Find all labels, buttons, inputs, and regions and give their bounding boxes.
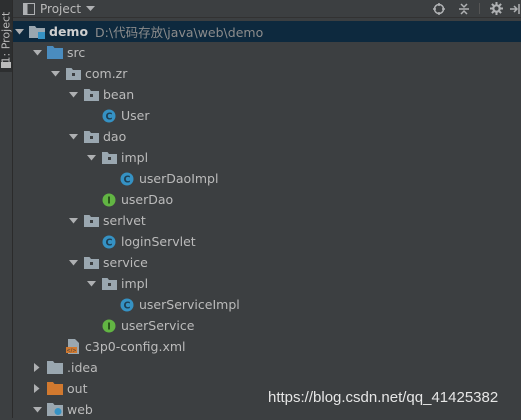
tree-item-label: .idea [67,360,98,375]
xml-file-icon: </> [65,339,81,355]
web-folder-icon [47,402,63,418]
svg-text:C: C [106,237,113,248]
package-icon [83,255,99,271]
package-icon [101,276,117,292]
tree-item-label: User [121,108,150,123]
svg-text:C: C [124,174,131,185]
tree-item-idea[interactable]: .idea [13,357,521,378]
expand-arrow-icon[interactable] [67,252,79,273]
tree-item-serlvet[interactable]: serlvet [13,210,521,231]
tree-item-userdaoimpl[interactable]: C userDaoImpl [13,168,521,189]
expand-arrow-icon[interactable] [31,399,43,420]
tree-item-demo[interactable]: demo D:\代码存放\java\web\demo [13,21,521,42]
expand-arrow-icon[interactable] [67,126,79,147]
expand-arrow-icon[interactable] [13,21,25,42]
tree-item-label: com.zr [85,66,128,81]
project-tree[interactable]: demo D:\代码存放\java\web\demo src com.zr be… [13,18,521,418]
project-view-title: Project [40,1,82,16]
tree-item-label: userDao [121,192,174,207]
tree-item-label: c3p0-config.xml [85,339,186,354]
module-folder-icon [29,24,45,40]
watermark-url: https://blog.csdn.net/qq_41425382 [268,389,499,406]
hide-icon [510,3,520,14]
tree-item-service[interactable]: service [13,252,521,273]
tree-item-userservice[interactable]: I userService [13,315,521,336]
tree-item-service-impl[interactable]: impl [13,273,521,294]
tree-item-dao-impl[interactable]: impl [13,147,521,168]
svg-text:I: I [107,321,111,332]
tree-item-label: userServiceImpl [139,297,240,312]
tree-item-label: service [103,255,148,270]
tree-item-label: demo [49,24,89,39]
package-icon [65,66,81,82]
tree-item-com-zr[interactable]: com.zr [13,63,521,84]
folder-icon [47,360,63,376]
class-icon: C [119,171,135,187]
tree-item-src[interactable]: src [13,42,521,63]
stripe-pin-icon [1,62,11,68]
tree-item-userserviceimpl[interactable]: C userServiceImpl [13,294,521,315]
interface-icon: I [101,318,117,334]
header-separator [479,3,480,14]
tree-item-user[interactable]: C User [13,105,521,126]
package-icon [83,129,99,145]
excluded-folder-icon [47,381,63,397]
collapse-arrow-icon[interactable] [31,357,43,378]
svg-text:C: C [106,111,113,122]
class-icon: C [119,297,135,313]
tree-item-bean[interactable]: bean [13,84,521,105]
tree-item-label: bean [103,87,135,102]
tree-item-dao[interactable]: dao [13,126,521,147]
expand-arrow-icon[interactable] [49,63,61,84]
svg-text:</>: </> [66,348,76,354]
tree-item-label: impl [121,150,149,165]
hide-panel-button[interactable] [509,0,521,17]
class-icon: C [101,108,117,124]
tree-item-userdao[interactable]: I userDao [13,189,521,210]
svg-text:C: C [124,300,131,311]
tool-window-stripe: 1: Project [0,0,13,418]
caret-down-icon [86,5,96,11]
svg-text:I: I [107,195,111,206]
target-icon [433,2,445,15]
tree-item-label: dao [103,129,127,144]
expand-arrow-icon[interactable] [85,147,97,168]
project-panel-header: Project [13,0,521,18]
tree-item-label: userService [121,318,195,333]
tree-item-loginservlet[interactable]: C loginServlet [13,231,521,252]
project-view-selector[interactable]: Project [23,0,96,17]
interface-icon: I [101,192,117,208]
tree-item-label: out [67,381,88,396]
tree-item-label: userDaoImpl [139,171,219,186]
collapse-arrow-icon[interactable] [31,378,43,399]
tree-item-label: src [67,45,86,60]
collapse-all-button[interactable] [455,0,473,17]
expand-arrow-icon[interactable] [67,84,79,105]
project-window-icon [23,2,35,15]
module-path: D:\代码存放\java\web\demo [95,25,264,40]
tree-item-label: web [67,402,93,417]
collapse-icon [459,2,469,15]
tree-item-label: loginServlet [121,234,196,249]
expand-arrow-icon[interactable] [31,42,43,63]
class-icon: C [101,234,117,250]
source-folder-icon [47,45,63,61]
tree-item-label: serlvet [103,213,146,228]
settings-button[interactable] [487,0,505,17]
project-stripe-label: 1: Project [0,11,13,64]
package-icon [83,87,99,103]
package-icon [101,150,117,166]
expand-arrow-icon[interactable] [67,210,79,231]
tree-item-c3p0-config[interactable]: </> c3p0-config.xml [13,336,521,357]
expand-arrow-icon[interactable] [85,273,97,294]
tree-item-label: impl [121,276,149,291]
package-icon [83,213,99,229]
gear-icon [489,2,503,15]
scroll-from-source-button[interactable] [430,0,448,17]
